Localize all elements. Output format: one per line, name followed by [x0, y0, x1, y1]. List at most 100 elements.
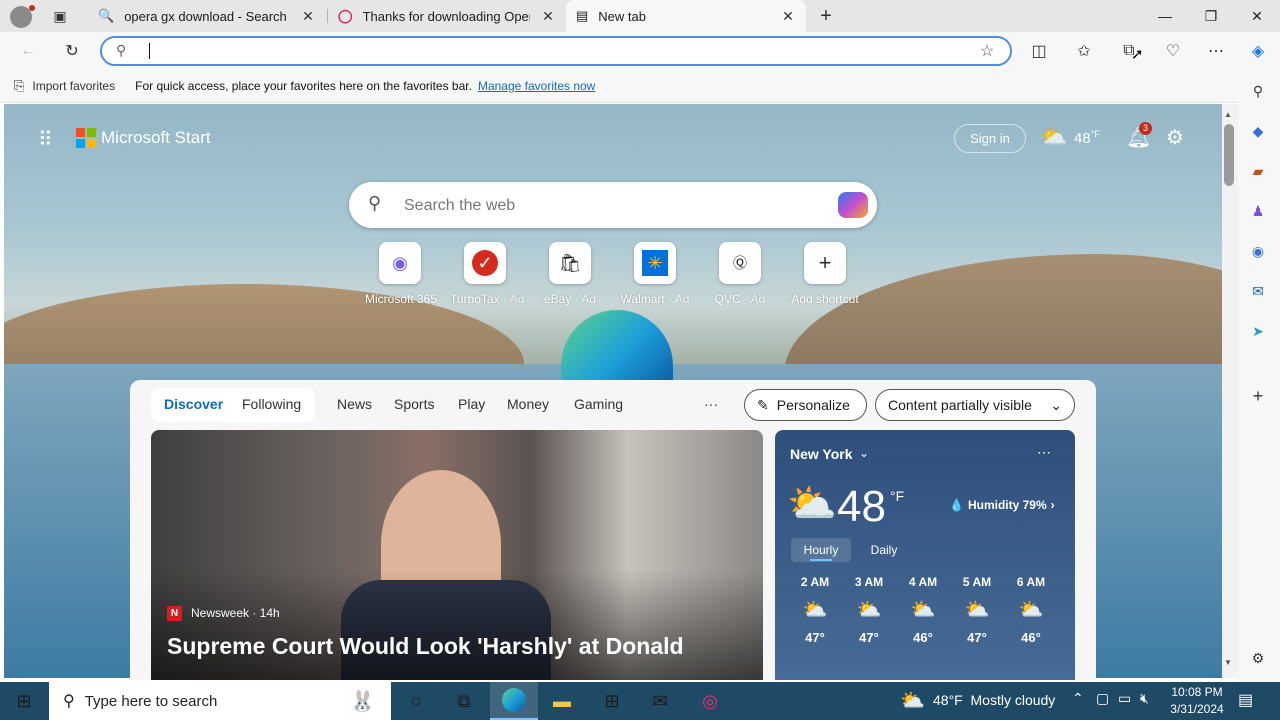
notification-center-icon[interactable]: ▤: [1238, 690, 1253, 710]
newtab-icon: ▤: [576, 8, 589, 23]
tab-opera[interactable]: ◯ Thanks for downloading Opera ✕: [328, 0, 566, 32]
text-cursor: [149, 43, 150, 59]
brand-title[interactable]: Microsoft Start: [101, 128, 211, 148]
favorites-icon[interactable]: ✩: [1068, 35, 1100, 67]
sidebar-settings-icon[interactable]: ⚙: [1248, 648, 1268, 668]
close-tab-icon[interactable]: ✕: [540, 8, 556, 25]
newsweek-logo-icon: N: [167, 606, 182, 621]
chevron-down-icon: ⌄: [1050, 396, 1062, 413]
tab-play[interactable]: Play: [458, 396, 485, 412]
taskbar-clock[interactable]: 10:08 PM 3/31/2024: [1166, 684, 1228, 718]
tab-sports[interactable]: Sports: [394, 396, 434, 412]
address-bar[interactable]: [100, 36, 1012, 66]
search-icon: 🔍: [98, 8, 115, 23]
scrollbar-thumb[interactable]: [1224, 124, 1234, 186]
tab-newtab[interactable]: ▤ New tab ✕: [566, 0, 806, 32]
shopping-tag-icon[interactable]: ◆: [1248, 121, 1268, 141]
store-icon[interactable]: ⊞: [588, 682, 636, 720]
taskbar-search-box[interactable]: ⚲ Type here to search 🐰: [49, 682, 391, 720]
header-temp[interactable]: 48°F: [1074, 129, 1100, 147]
refresh-button[interactable]: ↻: [56, 35, 88, 67]
weather-more-icon[interactable]: ⋯: [1037, 444, 1051, 461]
copilot-icon[interactable]: ◈: [1242, 35, 1274, 67]
tab-daily[interactable]: Daily: [859, 538, 909, 562]
new-tab-button[interactable]: +: [810, 0, 842, 32]
outlook-icon[interactable]: ✉: [1248, 281, 1268, 301]
tab-discover[interactable]: Discover: [164, 396, 223, 412]
cortana-icon[interactable]: ○: [392, 682, 440, 720]
cloudy-night-icon: ⛅: [910, 599, 936, 621]
import-favorites[interactable]: Import favorites: [32, 79, 115, 93]
page-scrollbar[interactable]: [1222, 104, 1238, 678]
back-button[interactable]: ←: [12, 35, 44, 67]
weather-unit: °F: [890, 488, 905, 504]
web-search-placeholder: Search the web: [404, 197, 516, 214]
tab-news[interactable]: News: [337, 396, 372, 412]
content-visibility-dropdown[interactable]: Content partially visible ⌄: [875, 389, 1075, 421]
copilot-icon[interactable]: [838, 192, 868, 218]
edge-taskbar-icon[interactable]: [490, 682, 538, 720]
microsoft365-icon[interactable]: ◉: [1248, 241, 1268, 261]
scroll-up-arrow[interactable]: ▲: [1224, 110, 1232, 119]
weather-location[interactable]: New York: [790, 446, 853, 462]
hour-item: 3 AM ⛅ 47°: [845, 575, 893, 645]
taskbar-weather[interactable]: 48°F Mostly cloudy: [933, 692, 1055, 708]
droplet-icon: 💧: [949, 498, 964, 512]
walmart-icon: ✳: [634, 242, 676, 284]
weather-cloudy-icon: ⛅: [900, 690, 925, 712]
close-window-button[interactable]: ✕: [1234, 0, 1280, 32]
hero-news-card[interactable]: N Newsweek · 14h Supreme Court Would Loo…: [151, 430, 763, 680]
hour-item: 2 AM ⛅ 47°: [791, 575, 839, 645]
tools-briefcase-icon[interactable]: ▰: [1248, 161, 1268, 181]
restore-button[interactable]: ❐: [1188, 0, 1234, 32]
opera-gx-icon[interactable]: ◎: [686, 682, 734, 720]
mail-icon[interactable]: ✉: [636, 682, 684, 720]
volume-muted-icon[interactable]: 🔇︎: [1140, 690, 1149, 707]
tab-search[interactable]: 🔍 opera gx download - Search ✕: [88, 0, 326, 32]
close-tab-icon[interactable]: ✕: [780, 8, 796, 25]
opera-icon: ◯: [338, 8, 353, 23]
sign-in-button[interactable]: Sign in: [954, 124, 1026, 153]
shortcut-microsoft365[interactable]: ◉ Microsoft 365: [365, 242, 437, 306]
chevron-down-icon[interactable]: ⌄: [859, 446, 869, 460]
manage-favorites-link[interactable]: Manage favorites now: [478, 79, 595, 93]
shortcut-ebay[interactable]: 🛍 eBay · Ad: [535, 242, 605, 306]
shortcut-walmart[interactable]: ✳ Walmart · Ad: [620, 242, 690, 306]
hero-headline[interactable]: Supreme Court Would Look 'Harshly' at Do…: [167, 633, 684, 660]
personalize-button[interactable]: ✎ Personalize: [744, 389, 867, 421]
more-options-icon[interactable]: ⋯: [1200, 35, 1232, 67]
favorite-star-icon[interactable]: ☆: [971, 35, 1003, 67]
microsoft-logo: [76, 128, 96, 148]
plus-icon: +: [804, 242, 846, 284]
apps-launcher-icon[interactable]: ⠿: [38, 127, 53, 152]
chevron-up-icon[interactable]: ⌃: [1072, 690, 1084, 707]
tab-money[interactable]: Money: [507, 396, 549, 412]
more-tabs-button[interactable]: ···: [704, 396, 718, 412]
shortcut-qvc[interactable]: Ⓠ QVC · Ad: [705, 242, 775, 306]
weather-card[interactable]: New York ⌄ ⋯ ⛅ 48 °F 💧 Humidity 79% › Ho…: [775, 430, 1075, 680]
weather-humidity[interactable]: 💧 Humidity 79% ›: [949, 498, 1055, 512]
games-icon[interactable]: ♟: [1248, 201, 1268, 221]
device-icon[interactable]: ▢: [1096, 690, 1109, 707]
task-view-icon[interactable]: ⧉: [440, 682, 488, 720]
minimize-button[interactable]: —: [1142, 0, 1188, 32]
hero-source: Newsweek · 14h: [191, 606, 280, 620]
shortcut-add[interactable]: + Add shortcut: [790, 242, 860, 306]
windows-start-icon[interactable]: ⊞: [0, 682, 48, 720]
weather-cloudy-icon: ⛅: [787, 482, 837, 526]
shortcut-turbotax[interactable]: ✓ TurboTax · Ad: [450, 242, 524, 306]
network-icon[interactable]: ▭: [1118, 690, 1131, 707]
close-tab-icon[interactable]: ✕: [300, 8, 316, 25]
browser-essentials-icon[interactable]: ♡: [1157, 35, 1189, 67]
settings-gear-icon[interactable]: ⚙: [1166, 125, 1184, 150]
tab-following[interactable]: Following: [242, 396, 301, 412]
search-icon[interactable]: ⚲: [1248, 81, 1268, 101]
file-explorer-icon[interactable]: ▬: [538, 682, 586, 720]
tab-actions-icon[interactable]: ▣: [44, 0, 76, 32]
cloudy-night-icon: ⛅: [1018, 599, 1044, 621]
scroll-down-arrow[interactable]: ▼: [1224, 658, 1232, 667]
add-sidebar-app-icon[interactable]: +: [1248, 386, 1268, 406]
drop-icon[interactable]: ➤: [1248, 321, 1268, 341]
split-screen-icon[interactable]: ◫: [1023, 35, 1055, 67]
tab-gaming[interactable]: Gaming: [574, 396, 623, 412]
